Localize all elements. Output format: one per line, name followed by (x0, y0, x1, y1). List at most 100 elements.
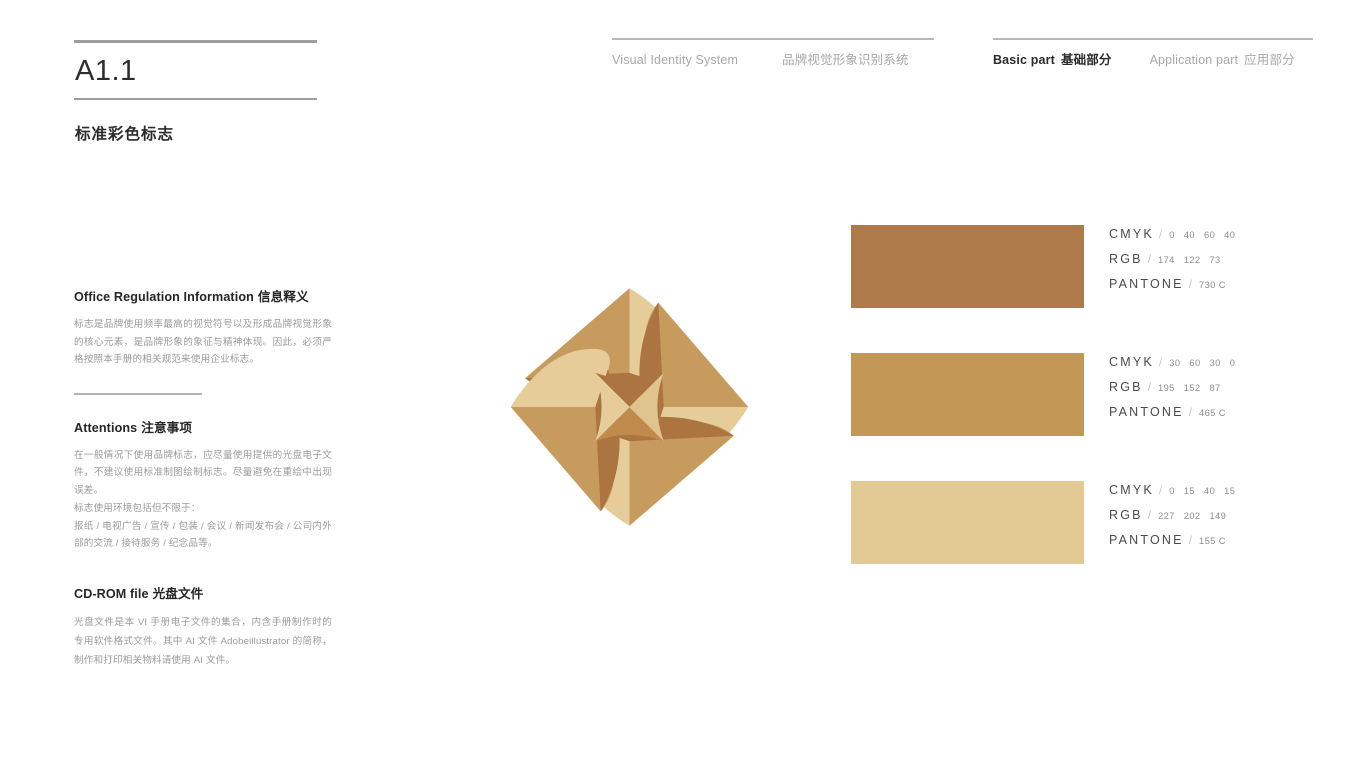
section-attentions: Attentions 注意事项 在一般情况下使用品牌标志，应尽量使用提供的光盘电子… (74, 417, 332, 553)
spec-label-cmyk: CMYK (1109, 355, 1154, 369)
rgb-b: 73 (1209, 255, 1221, 265)
section-heading-en: Office Regulation Information (74, 290, 254, 304)
spec-values-cmyk: 0 40 60 40 (1169, 230, 1235, 240)
spec-label-cmyk: CMYK (1109, 227, 1154, 241)
title-rule-top (74, 40, 317, 43)
info-column: Office Regulation Information 信息释义 标志是品牌使… (74, 286, 332, 671)
section-cdrom: CD-ROM file 光盘文件 光盘文件是本 VI 手册电子文件的集合，内含手册… (74, 583, 332, 671)
section-paragraph: 光盘文件是本 VI 手册电子文件的集合，内含手册制作时的专用软件格式文件。其中 … (74, 617, 332, 667)
spec-values-pantone: 730 C (1199, 280, 1226, 290)
pantone-suffix: C (1218, 536, 1226, 546)
pantone-number: 730 (1199, 280, 1216, 290)
pantone-suffix: C (1218, 280, 1226, 290)
spec-slash: / (1158, 355, 1163, 369)
header-part-row: Basic part 基础部分 Application part 应用部分 (993, 49, 1313, 68)
section-body-attentions: 在一般情况下使用品牌标志，应尽量使用提供的光盘电子文件，不建议使用标准制图绘制标… (74, 447, 332, 553)
swatch-chip-2 (851, 353, 1084, 436)
spec-label-rgb: RGB (1109, 508, 1143, 522)
section-heading-en: Attentions (74, 420, 138, 435)
cmyk-c: 30 (1169, 358, 1181, 368)
nav-basic-part-en: Basic part (993, 53, 1055, 67)
section-heading-cn: 信息释义 (257, 290, 309, 304)
cmyk-m: 40 (1183, 230, 1195, 240)
section-paragraph: 在一般情况下使用品牌标志，应尽量使用提供的光盘电子文件，不建议使用标准制图绘制标… (74, 449, 332, 497)
rgb-g: 202 (1183, 511, 1201, 521)
logo-center-diamond (595, 372, 664, 442)
color-swatch-list: CMYK / 0 40 60 40 RGB / 174 122 73 PANTONE / … (851, 225, 1321, 609)
swatch-specs-2: CMYK / 30 60 30 0 RGB / 195 152 87 PANTONE / … (1109, 353, 1235, 430)
spec-rgb: RGB / 174 122 73 (1109, 252, 1235, 266)
nav-application-part-en: Application part (1149, 53, 1239, 67)
spec-slash: / (1188, 277, 1193, 291)
header-part-nav: Basic part 基础部分 Application part 应用部分 (993, 38, 1313, 68)
spec-values-cmyk: 30 60 30 0 (1169, 358, 1235, 368)
section-heading-en: CD-ROM file (74, 587, 149, 602)
rgb-r: 195 (1158, 383, 1175, 393)
brand-logo-mark (487, 272, 772, 542)
spec-label-rgb: RGB (1109, 252, 1143, 266)
page-title-block: A1.1 标准彩色标志 (74, 40, 317, 144)
nav-basic-part[interactable]: Basic part 基础部分 (993, 49, 1112, 68)
title-rule-bottom (74, 98, 317, 100)
spec-slash: / (1158, 483, 1163, 497)
section-heading-office-regulation: Office Regulation Information 信息释义 (74, 286, 332, 305)
spec-cmyk: CMYK / 0 15 40 15 (1109, 483, 1235, 497)
swatch-row: CMYK / 0 40 60 40 RGB / 174 122 73 PANTONE / … (851, 225, 1321, 308)
rgb-g: 152 (1183, 383, 1201, 393)
spec-label-pantone: PANTONE (1109, 533, 1184, 547)
spec-pantone: PANTONE / 730 C (1109, 277, 1235, 291)
cmyk-y: 30 (1209, 358, 1221, 368)
spec-values-rgb: 195 152 87 (1158, 383, 1221, 393)
swatch-chip-1 (851, 225, 1084, 308)
section-heading-cn: 光盘文件 (152, 587, 204, 602)
nav-application-part[interactable]: Application part 应用部分 (1150, 49, 1295, 68)
spec-rgb: RGB / 227 202 149 (1109, 508, 1235, 522)
header-vis-cn: 品牌视觉形象识别系统 (782, 53, 909, 67)
logo-svg (510, 288, 749, 526)
spec-slash: / (1147, 252, 1152, 266)
header-vis-group: Visual Identity System 品牌视觉形象识别系统 (612, 38, 934, 68)
pantone-suffix: C (1218, 408, 1226, 418)
cmyk-k: 15 (1224, 486, 1236, 496)
cmyk-y: 60 (1204, 230, 1216, 240)
spec-values-cmyk: 0 15 40 15 (1169, 486, 1235, 496)
section-heading-cdrom: CD-ROM file 光盘文件 (74, 583, 332, 602)
cmyk-m: 60 (1189, 358, 1201, 368)
spec-label-pantone: PANTONE (1109, 277, 1184, 291)
cmyk-y: 40 (1204, 486, 1216, 496)
cmyk-c: 0 (1169, 486, 1175, 496)
nav-basic-part-cn: 基础部分 (1060, 53, 1112, 67)
cmyk-m: 15 (1183, 486, 1195, 496)
rgb-b: 149 (1209, 511, 1227, 521)
header-rule-right (993, 38, 1313, 40)
cmyk-k: 40 (1224, 230, 1236, 240)
swatch-specs-3: CMYK / 0 15 40 15 RGB / 227 202 149 PANTONE /… (1109, 481, 1235, 558)
spec-label-cmyk: CMYK (1109, 483, 1154, 497)
page-code: A1.1 (75, 55, 137, 87)
spec-label-pantone: PANTONE (1109, 405, 1184, 419)
spec-values-pantone: 155 C (1199, 536, 1226, 546)
spec-cmyk: CMYK / 0 40 60 40 (1109, 227, 1235, 241)
section-heading-cn: 注意事项 (141, 420, 193, 435)
spec-slash: / (1188, 405, 1193, 419)
spec-pantone: PANTONE / 155 C (1109, 533, 1235, 547)
swatch-row: CMYK / 30 60 30 0 RGB / 195 152 87 PANTONE / … (851, 353, 1321, 436)
rgb-r: 174 (1158, 255, 1175, 265)
section-paragraph: 报纸 / 电视广告 / 宣传 / 包装 / 会议 / 新闻发布会 / 公司内外部… (74, 520, 332, 550)
header-rule-left (612, 38, 934, 40)
nav-application-part-cn: 应用部分 (1244, 53, 1295, 67)
page-subtitle: 标准彩色标志 (75, 125, 175, 143)
spec-slash: / (1147, 508, 1152, 522)
spec-slash: / (1147, 380, 1152, 394)
header-vis-en: Visual Identity System (612, 53, 739, 67)
swatch-row: CMYK / 0 15 40 15 RGB / 227 202 149 PANTONE /… (851, 481, 1321, 564)
spec-cmyk: CMYK / 30 60 30 0 (1109, 355, 1235, 369)
spec-rgb: RGB / 195 152 87 (1109, 380, 1235, 394)
swatch-specs-1: CMYK / 0 40 60 40 RGB / 174 122 73 PANTONE / … (1109, 225, 1235, 302)
header-vis-row: Visual Identity System 品牌视觉形象识别系统 (612, 49, 934, 68)
section-body-office-regulation: 标志是品牌使用频率最高的视觉符号以及形成品牌视觉形象的核心元素，是品牌形象的象征… (74, 316, 332, 369)
rgb-g: 122 (1183, 255, 1201, 265)
swatch-chip-3 (851, 481, 1084, 564)
spec-pantone: PANTONE / 465 C (1109, 405, 1235, 419)
spec-values-pantone: 465 C (1199, 408, 1226, 418)
